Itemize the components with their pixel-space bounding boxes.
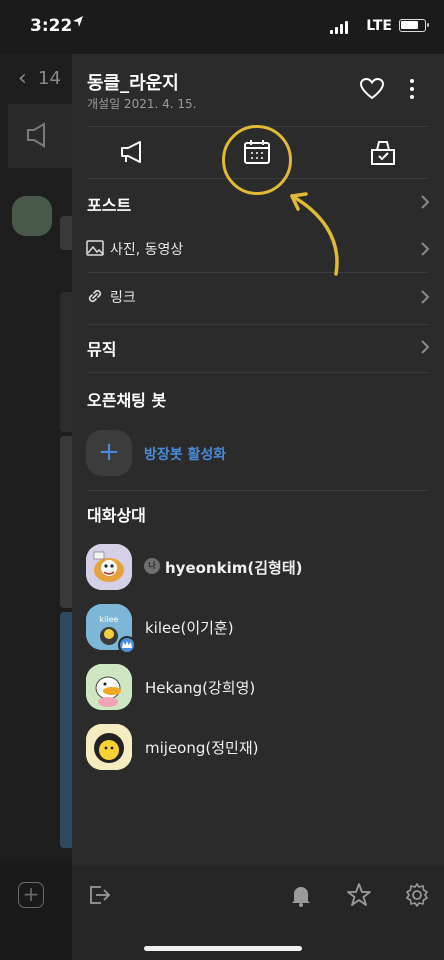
member-name: kilee(이기훈) <box>145 619 234 637</box>
participants-heading: 대화상대 <box>87 506 146 525</box>
member-row[interactable]: Hekang(강희영) <box>72 660 444 716</box>
drawer-bottom-bar <box>72 866 444 960</box>
chevron-right-icon[interactable] <box>420 194 430 210</box>
character-avatar-icon <box>86 724 132 770</box>
arrow-annotation-icon <box>290 192 339 276</box>
room-title: 동클_라운지 <box>87 73 179 94</box>
music-row[interactable]: 뮤직 <box>72 324 444 370</box>
star-icon[interactable] <box>346 882 372 908</box>
character-avatar-icon <box>86 664 132 710</box>
links-row[interactable]: 링크 <box>72 274 444 320</box>
network-label: LTE <box>366 18 392 34</box>
chevron-right-icon <box>421 290 430 304</box>
megaphone-icon <box>27 122 45 148</box>
chevron-right-icon <box>421 340 430 354</box>
member-row[interactable]: kilee kilee(이기훈) <box>72 600 444 656</box>
signal-icon <box>330 21 348 34</box>
member-name: Hekang(강희영) <box>145 679 256 697</box>
heart-icon[interactable] <box>359 76 385 102</box>
back-unread-count[interactable]: 14 <box>38 68 61 89</box>
open-chat-bot-heading: 오픈채팅 봇 <box>87 391 167 410</box>
bell-icon[interactable] <box>288 882 314 908</box>
location-arrow-icon <box>73 16 83 27</box>
character-avatar-icon <box>86 544 132 590</box>
settings-icon[interactable] <box>404 882 430 908</box>
image-icon <box>86 240 104 256</box>
vote-box-icon[interactable] <box>368 138 398 166</box>
room-created-date: 개설일 2021. 4. 15. <box>87 97 197 111</box>
status-time: 3:22 <box>30 16 73 36</box>
avatar <box>86 724 132 770</box>
home-indicator <box>144 946 302 951</box>
host-crown-icon <box>118 636 136 654</box>
bot-activate-label[interactable]: 방장봇 활성화 <box>144 444 226 464</box>
back-chevron-icon[interactable]: ‹ <box>18 66 27 91</box>
photos-videos-row[interactable]: 사진, 동영상 <box>72 226 444 272</box>
divider <box>87 490 429 491</box>
member-name: hyeonkim(김형태) <box>165 559 303 577</box>
member-name: mijeong(정민재) <box>145 739 259 757</box>
me-badge: 나 <box>144 558 160 574</box>
add-bot-button[interactable]: + <box>86 430 132 476</box>
divider <box>87 372 429 373</box>
exit-icon[interactable] <box>86 882 112 908</box>
music-label: 뮤직 <box>87 340 117 359</box>
more-vertical-icon[interactable] <box>405 78 419 100</box>
chevron-right-icon <box>421 242 430 256</box>
battery-icon <box>399 19 429 32</box>
background-avatar <box>12 196 52 236</box>
photos-videos-label: 사진, 동영상 <box>110 242 184 258</box>
avatar <box>86 544 132 590</box>
plus-icon: + <box>18 882 44 908</box>
megaphone-icon[interactable] <box>118 138 148 166</box>
member-row[interactable]: 나 hyeonkim(김형태) <box>72 540 444 596</box>
divider <box>87 272 429 273</box>
member-row[interactable]: mijeong(정민재) <box>72 720 444 776</box>
link-icon <box>88 289 102 303</box>
links-label: 링크 <box>110 290 136 306</box>
avatar <box>86 664 132 710</box>
avatar-text: kilee <box>100 615 119 624</box>
background-notice-bar <box>8 104 74 168</box>
background-input-bar <box>0 860 74 960</box>
post-heading[interactable]: 포스트 <box>87 192 131 216</box>
status-bar: 3:22 LTE <box>0 0 444 54</box>
